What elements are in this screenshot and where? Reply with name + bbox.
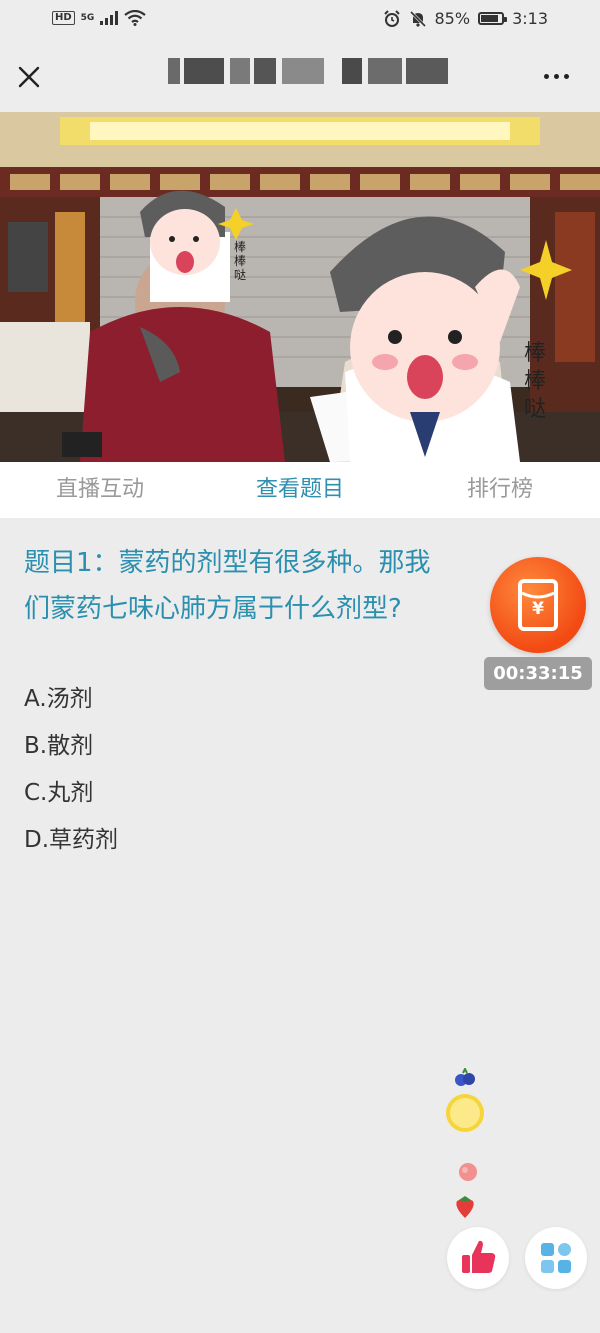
thumbs-up-icon	[462, 1240, 496, 1273]
battery-icon	[478, 12, 508, 25]
tab-live-interaction[interactable]: 直播互动	[0, 462, 200, 518]
clock: 3:13	[512, 9, 548, 28]
red-envelope-button[interactable]: ¥	[490, 557, 586, 653]
video-frame	[0, 112, 600, 462]
blueberry-icon	[455, 1068, 475, 1086]
option-c[interactable]: C.丸剂	[24, 770, 118, 817]
strawberry-icon	[456, 1196, 474, 1218]
yen-symbol: ¥	[532, 599, 544, 619]
like-button[interactable]	[447, 1227, 509, 1289]
peach-icon	[459, 1163, 477, 1181]
grid-icon	[541, 1243, 571, 1273]
signal-icon	[100, 11, 119, 25]
live-video[interactable]: 棒棒哒 棒棒哒	[0, 112, 600, 462]
status-bar: HD 5G 85% 3:13	[0, 0, 600, 40]
alarm-icon	[383, 9, 400, 27]
apps-menu-button[interactable]	[525, 1227, 587, 1289]
countdown-timer: 00:33:15	[484, 657, 592, 690]
tab-view-questions[interactable]: 查看题目	[200, 462, 400, 518]
tab-leaderboard[interactable]: 排行榜	[400, 462, 600, 518]
status-right: 85% 3:13	[383, 9, 548, 28]
hd-indicator: HD	[52, 11, 75, 25]
close-icon[interactable]	[14, 62, 44, 92]
mute-bell-icon	[409, 10, 426, 27]
sticker-caption-small: 棒棒哒	[234, 240, 247, 282]
lemon-icon	[446, 1094, 484, 1132]
answer-options: A.汤剂 B.散剂 C.丸剂 D.草药剂	[24, 676, 118, 864]
battery-percent: 85%	[434, 9, 471, 28]
option-a[interactable]: A.汤剂	[24, 676, 118, 723]
network-type: 5G	[80, 13, 95, 23]
option-d[interactable]: D.草药剂	[24, 817, 118, 864]
sticker-caption-large: 棒棒哒	[524, 341, 547, 422]
nav-bar: ▒▒▒▒▒ ▒▒▒▒▒	[0, 40, 600, 112]
more-options-icon[interactable]	[544, 66, 578, 86]
question-text: 题目1：蒙药的剂型有很多种。那我们蒙药七味心肺方属于什么剂型?	[24, 548, 431, 624]
tab-bar: 直播互动 查看题目 排行榜	[0, 462, 600, 518]
status-left: HD 5G	[52, 10, 147, 26]
wifi-icon	[124, 10, 147, 26]
option-b[interactable]: B.散剂	[24, 723, 118, 770]
